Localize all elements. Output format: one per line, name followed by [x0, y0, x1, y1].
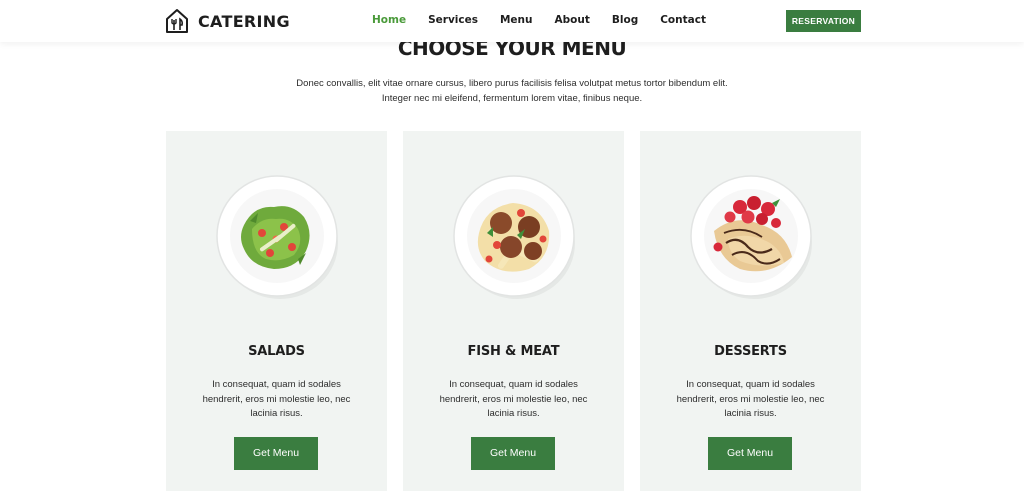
reservation-button[interactable]: RESERVATION	[786, 10, 861, 32]
menu-card-fish-meat: FISH & MEAT In consequat, quam id sodale…	[403, 131, 624, 491]
house-utensils-icon	[166, 9, 188, 33]
menu-card-desserts: DESSERTS In consequat, quam id sodales h…	[640, 131, 861, 491]
nav-services[interactable]: Services	[428, 14, 478, 26]
get-menu-button-salads[interactable]: Get Menu	[234, 437, 318, 470]
nav-blog[interactable]: Blog	[612, 14, 638, 26]
card-title-fish-meat: FISH & MEAT	[467, 344, 560, 359]
nav-home[interactable]: Home	[372, 14, 406, 26]
get-menu-button-desserts[interactable]: Get Menu	[708, 437, 792, 470]
nav-about[interactable]: About	[555, 14, 590, 26]
card-description-fish-meat: In consequat, quam id sodales hendrerit,…	[439, 379, 588, 419]
card-title-salads: SALADS	[248, 344, 305, 359]
card-description-salads: In consequat, quam id sodales hendrerit,…	[202, 379, 351, 419]
brand-name: CATERING	[198, 11, 290, 31]
get-menu-button-fish-meat[interactable]: Get Menu	[471, 437, 555, 470]
section-description: Donec convallis, elit vitae ornare cursu…	[262, 76, 762, 106]
pasta-meatballs-plate-image	[453, 175, 575, 299]
card-description-desserts: In consequat, quam id sodales hendrerit,…	[676, 379, 825, 419]
card-title-desserts: DESSERTS	[714, 344, 787, 359]
menu-card-salads: SALADS In consequat, quam id sodales hen…	[166, 131, 387, 491]
salad-plate-image	[216, 175, 338, 299]
nav-menu[interactable]: Menu	[500, 14, 533, 26]
section-description-line-2: Integer nec mi eleifend, fermentum lorem…	[381, 93, 643, 104]
crepes-strawberries-plate-image	[690, 175, 812, 299]
main-nav: Home Services Menu About Blog Contact	[372, 14, 728, 26]
site-header: CATERING Home Services Menu About Blog C…	[0, 0, 1024, 42]
nav-contact[interactable]: Contact	[660, 14, 706, 26]
section-description-line-1: Donec convallis, elit vitae ornare cursu…	[296, 78, 728, 89]
brand-logo[interactable]: CATERING	[165, 8, 290, 34]
